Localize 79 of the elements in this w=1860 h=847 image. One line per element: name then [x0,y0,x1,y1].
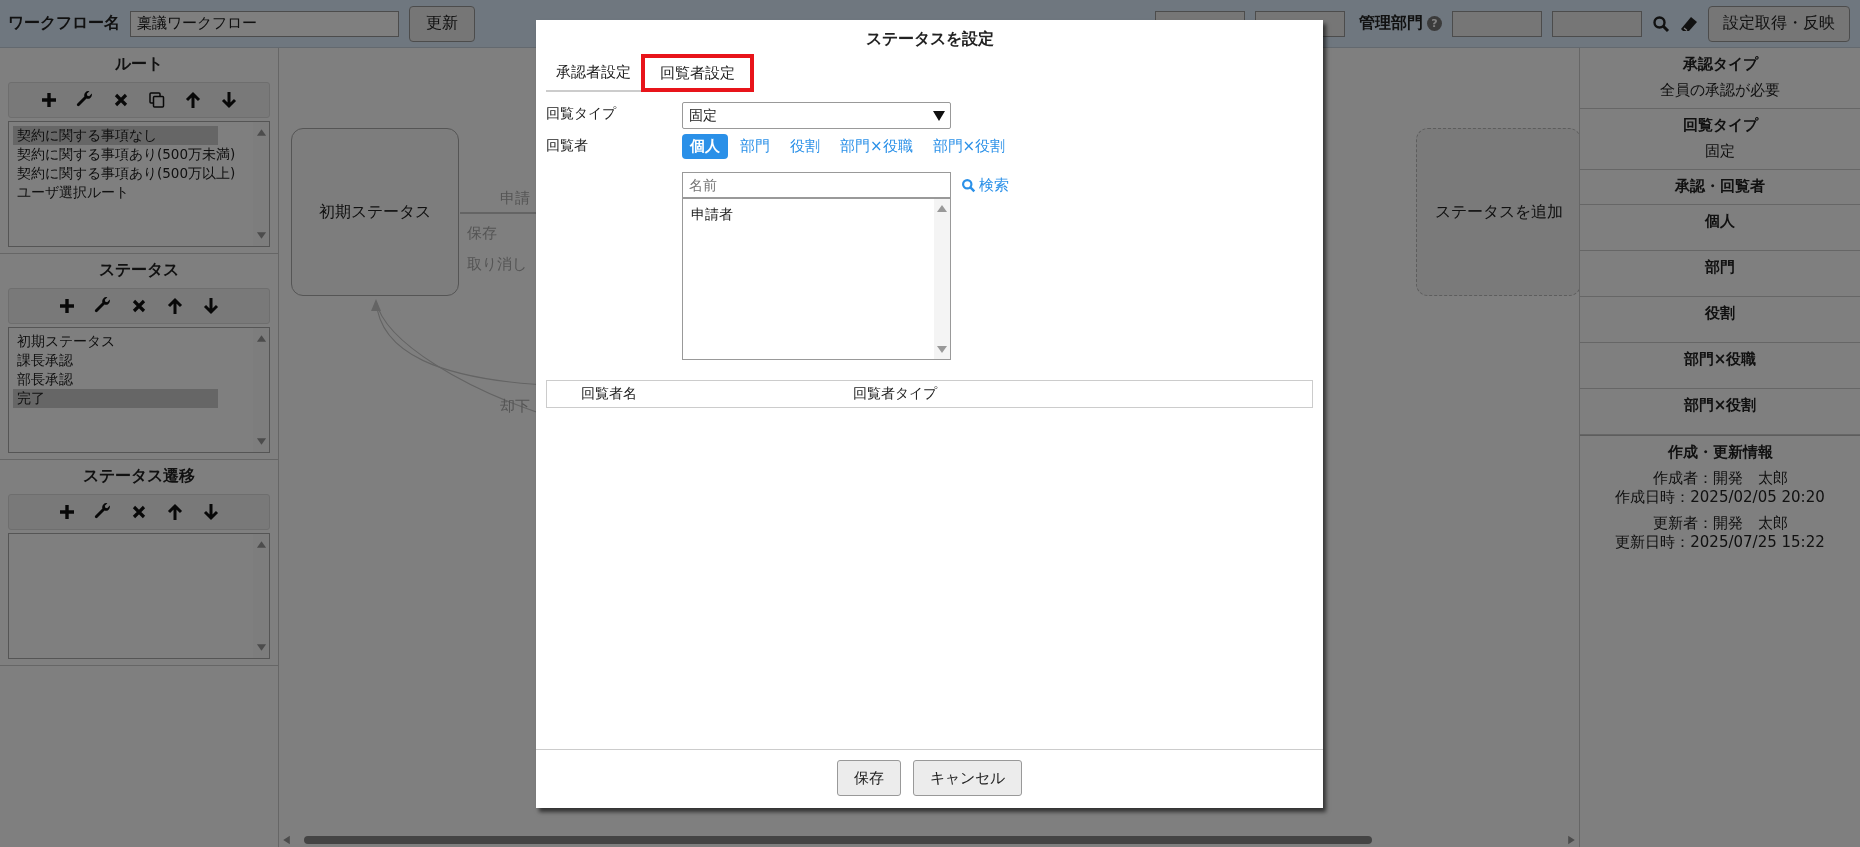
info-heading: 部門×役割 [1682,396,1758,415]
column-header: 回覧者名 [581,385,637,403]
scrollbar[interactable] [934,199,950,359]
list-item[interactable]: 課長承認 [13,351,218,370]
circulator-type-tab[interactable]: 部門×役割 [924,134,1014,159]
up-arrow-icon[interactable] [166,297,184,315]
down-arrow-icon[interactable] [202,297,220,315]
info-heading: 承認・回覧者 [1674,177,1766,196]
type-dropdown[interactable]: 固定 [682,102,951,129]
add-icon[interactable] [40,91,58,109]
info-heading: 承認タイプ [1681,55,1760,74]
list-item[interactable]: 部長承認 [13,370,218,389]
section-title: ステータス [98,259,180,281]
audit-text: 作成者：開発 太郎 [1651,469,1789,488]
department-field[interactable] [1552,10,1642,37]
add-status-node[interactable]: ステータスを追加 [1416,128,1579,296]
list-item[interactable]: 契約に関する事項なし [13,126,218,145]
department-field[interactable] [1452,10,1542,37]
info-value: 固定 [1704,142,1736,161]
info-heading: 部門 [1704,258,1736,277]
info-value: 全員の承認が必要 [1659,81,1781,100]
wrench-icon[interactable] [76,91,94,109]
circulator-type-tab[interactable]: 役割 [782,134,828,159]
info-heading: 個人 [1703,212,1736,231]
audit-text: 更新日時：2025/07/25 15:22 [1614,533,1826,552]
workflow-name-field[interactable]: 稟議ワークフロー [130,10,399,37]
eraser-icon[interactable] [1680,14,1698,33]
info-heading: 回覧タイプ [1681,116,1760,135]
info-heading: 役割 [1704,304,1736,323]
status-node[interactable]: 初期ステータス [291,128,459,296]
help-icon[interactable]: ? [1427,16,1442,31]
list-item[interactable]: 契約に関する事項あり(500万未満) [13,145,240,164]
delete-icon[interactable] [112,91,130,109]
down-arrow-icon[interactable] [202,503,220,521]
section-title: ルート [114,53,164,75]
search-icon [961,177,976,193]
add-icon[interactable] [58,503,76,521]
list-item[interactable]: ユーザ選択ルート [13,183,218,202]
list-item[interactable]: 契約に関する事項あり(500万以上) [13,164,240,183]
circulator-type-tab[interactable]: 個人 [682,134,728,159]
delete-icon[interactable] [130,503,148,521]
cancel-button[interactable]: キャンセル [913,760,1022,796]
save-button[interactable]: 保存 [837,760,901,796]
scroll-up-arrow-icon[interactable] [936,204,948,212]
list-item[interactable]: 完了 [13,389,218,408]
department-label: 管理部門 [1359,13,1423,34]
scroll-down-arrow-icon[interactable] [936,346,948,354]
tab[interactable]: 回覧者設定 [641,54,754,92]
down-arrow-icon[interactable] [220,91,238,109]
field-label: 回覧者 [546,136,589,155]
caret-icon [933,110,945,121]
horizontal-scrollbar[interactable] [283,833,1575,847]
workflow-name-label: ワークフロー名 [8,13,120,34]
add-icon[interactable] [58,297,76,315]
scroll-right-arrow-icon[interactable] [1568,835,1575,845]
search-icon[interactable] [1652,14,1670,33]
circulator-type-tab[interactable]: 部門×役職 [832,134,921,159]
audit-text: 更新者：開発 太郎 [1651,514,1789,533]
copy-icon[interactable] [148,91,166,109]
circulator-type-tab[interactable]: 部門 [732,134,778,159]
audit-text: 作成日時：2025/02/05 20:20 [1614,488,1826,507]
wrench-icon[interactable] [94,503,112,521]
dialog-title: ステータスを設定 [865,28,994,50]
apply-settings-button[interactable]: 設定取得・反映 [1708,5,1850,42]
scroll-left-arrow-icon[interactable] [283,835,290,845]
delete-icon[interactable] [130,297,148,315]
field-label: 回覧タイプ [546,104,618,123]
up-arrow-icon[interactable] [166,503,184,521]
search-link[interactable]: 検索 [961,175,1009,195]
list-item[interactable]: 初期ステータス [13,332,218,351]
section-title: ステータス遷移 [82,465,196,487]
update-button[interactable]: 更新 [409,5,475,42]
info-heading: 部門×役職 [1682,350,1758,369]
search-field[interactable]: 名前 [682,172,951,198]
candidate-item[interactable]: 申請者 [687,203,930,227]
up-arrow-icon[interactable] [184,91,202,109]
column-header: 回覧者タイプ [853,385,937,403]
info-heading: 作成・更新情報 [1666,443,1774,462]
wrench-icon[interactable] [94,297,112,315]
